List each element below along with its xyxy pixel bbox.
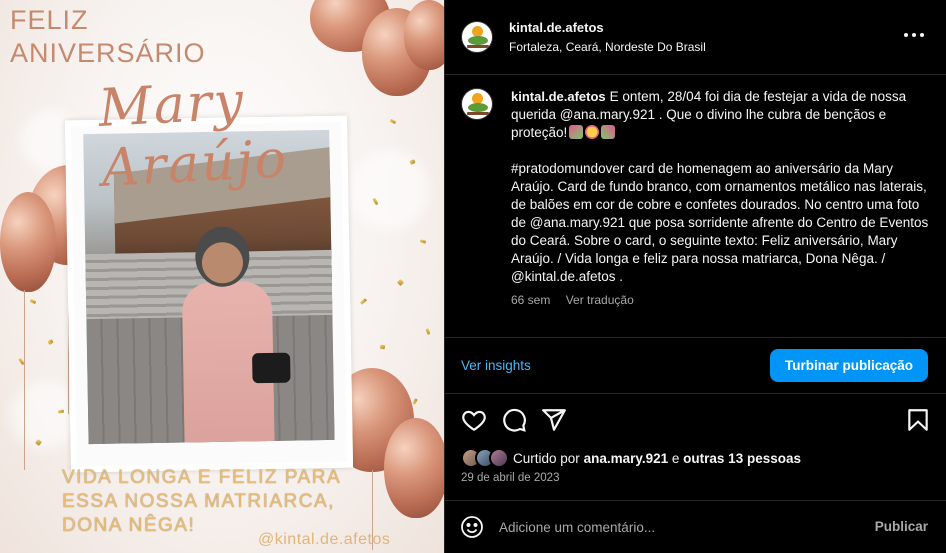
see-translation-link[interactable]: Ver tradução (566, 293, 634, 307)
post-details-panel: kintal.de.afetos Fortaleza, Ceará, Norde… (444, 0, 946, 553)
caption-avatar[interactable] (461, 88, 493, 120)
likes-prefix: Curtido por (513, 451, 580, 466)
balloon-graphic (384, 418, 444, 518)
confetti (379, 344, 386, 350)
caption-text: kintal.de.afetos E ontem, 28/04 foi dia d… (511, 88, 931, 304)
caption-meta: 66 sem Ver tradução (511, 293, 646, 307)
emoji-picker-icon[interactable] (460, 515, 484, 539)
time-ago: 66 sem (511, 293, 551, 307)
balloon-graphic (0, 192, 56, 292)
card-title: FELIZ ANIVERSÁRIO (10, 5, 206, 68)
confetti (396, 278, 405, 287)
likes-others-link[interactable]: outras 13 pessoas (683, 451, 801, 466)
header-username[interactable]: kintal.de.afetos (509, 20, 604, 35)
publish-button[interactable]: Publicar (875, 519, 928, 534)
share-icon[interactable] (541, 407, 567, 433)
confetti (47, 339, 54, 345)
action-bar (461, 407, 931, 435)
post-image[interactable]: FELIZ ANIVERSÁRIO Mary Araújo VIDA LONGA… (0, 0, 444, 553)
post-date: 29 de abril de 2023 (461, 472, 560, 484)
confetti (419, 239, 427, 244)
heart-icon[interactable] (461, 407, 487, 433)
balloon-graphic (404, 0, 444, 70)
more-options-icon[interactable] (904, 28, 924, 42)
view-insights-link[interactable]: Ver insights (461, 358, 531, 373)
bookmark-icon[interactable] (905, 407, 931, 433)
card-handle: @kintal.de.afetos (258, 531, 391, 548)
likes-conjunction: e (671, 451, 680, 466)
comment-icon[interactable] (501, 407, 527, 433)
avatar[interactable] (461, 21, 493, 53)
confetti (359, 298, 368, 305)
caption-username[interactable]: kintal.de.afetos (511, 89, 606, 104)
caption-paragraph-2: #pratodomundover card de homenagem ao an… (511, 161, 929, 284)
emoji-icon (585, 125, 600, 139)
header-location[interactable]: Fortaleza, Ceará, Nordeste Do Brasil (509, 40, 706, 54)
insights-bar: Ver insights Turbinar publicação (445, 337, 946, 394)
post-header: kintal.de.afetos Fortaleza, Ceará, Norde… (445, 0, 946, 75)
liker-username[interactable]: ana.mary.921 (584, 451, 669, 466)
handbag-graphic (252, 352, 291, 384)
boost-post-button[interactable]: Turbinar publicação (770, 349, 928, 382)
confetti (425, 328, 431, 335)
confetti (29, 298, 37, 305)
balloon-string (24, 290, 25, 470)
card-message: VIDA LONGA E FELIZ PARA ESSA NOSSA MATRI… (62, 467, 342, 536)
liker-avatars[interactable] (461, 448, 511, 470)
confetti (412, 398, 418, 405)
card-name: Mary Araújo (97, 71, 290, 199)
comment-input[interactable] (499, 515, 849, 539)
comment-bar: Publicar (445, 500, 946, 553)
emoji-icon (601, 125, 616, 139)
emoji-icon (569, 125, 584, 139)
